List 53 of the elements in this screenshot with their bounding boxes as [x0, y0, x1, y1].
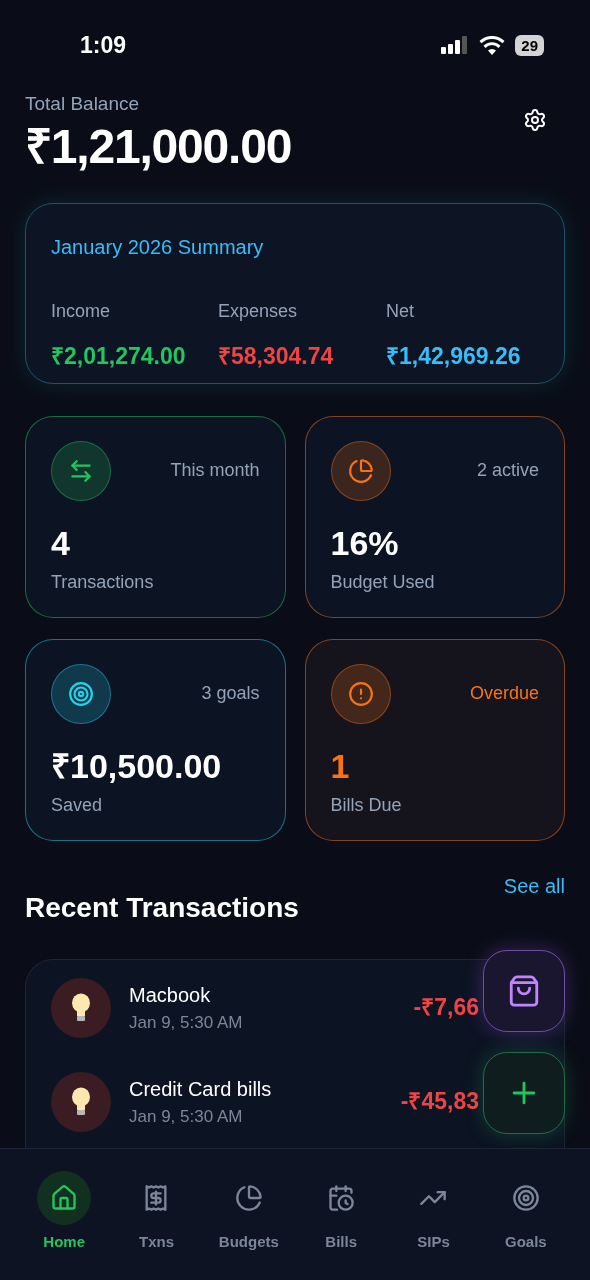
stat-label: Budget Used [330, 570, 436, 594]
summary-label: Net [386, 299, 415, 323]
summary-value: ₹58,304.74 [218, 341, 335, 371]
stat-tag: This month [170, 457, 260, 484]
nav-tab[interactable]: SIPs [387, 1171, 480, 1280]
nav-tab[interactable]: Bills [295, 1171, 388, 1280]
target-icon [511, 1184, 540, 1212]
pie-chart-icon [234, 1184, 263, 1212]
stat-tag: 3 goals [201, 680, 260, 707]
transaction-date: Jan 9, 5:30 AM [129, 1105, 244, 1128]
summary-value: ₹1,42,969.26 [386, 341, 522, 371]
transaction-name: Credit Card bills [129, 1076, 273, 1102]
stat-value: ₹10,500.00 [51, 745, 223, 786]
stat-card[interactable]: Overdue 1 Bills Due [304, 638, 565, 841]
shopping-bag-icon [507, 974, 541, 1008]
balance-label: Total Balance [25, 92, 141, 116]
stat-card[interactable]: 2 active 16% Budget Used [304, 415, 565, 618]
stat-value: 1 [330, 745, 351, 786]
summary-label: Income [51, 299, 112, 323]
stat-label: Saved [51, 793, 104, 817]
nav-tab[interactable]: Txns [110, 1171, 203, 1280]
wifi-icon [479, 35, 506, 55]
signal-icon [441, 36, 470, 54]
nav-tab[interactable]: Goals [479, 1171, 572, 1280]
summary-value: ₹2,01,274.00 [51, 341, 187, 371]
stat-card[interactable]: This month 4 Transactions [25, 415, 286, 618]
transaction-amount: -₹7,66 [413, 993, 479, 1023]
nav-tab[interactable]: Budgets [202, 1171, 295, 1280]
settings-icon[interactable] [523, 108, 547, 132]
shopping-bag-button[interactable] [483, 950, 565, 1032]
stat-tag: 2 active [476, 457, 539, 484]
stat-value: 4 [51, 522, 71, 563]
summary-title: January 2026 Summary [51, 234, 265, 260]
lightbulb-icon [71, 1086, 91, 1117]
home-icon [50, 1184, 79, 1212]
transaction-date: Jan 9, 5:30 AM [129, 1011, 244, 1034]
lightbulb-icon [71, 992, 91, 1023]
stat-label: Transactions [51, 570, 155, 594]
balance-amount: ₹1,21,000.00 [25, 118, 292, 175]
summary-label: Expenses [218, 299, 299, 323]
status-time: 1:09 [80, 30, 127, 60]
see-all-link[interactable]: See all [503, 870, 565, 901]
battery-indicator: 29 [515, 34, 544, 56]
transaction-name: Macbook [129, 982, 212, 1008]
stat-card[interactable]: 3 goals ₹10,500.00 Saved [25, 638, 286, 841]
nav-tab[interactable]: Home [18, 1171, 111, 1280]
stat-value: 16% [330, 522, 400, 563]
calendar-clock-icon [327, 1184, 356, 1212]
transaction-amount: -₹45,83 [400, 1087, 479, 1117]
add-button[interactable] [483, 1052, 565, 1134]
stat-label: Bills Due [330, 793, 403, 817]
section-title: Recent Transactions [25, 890, 299, 925]
stat-tag: Overdue [469, 680, 539, 707]
